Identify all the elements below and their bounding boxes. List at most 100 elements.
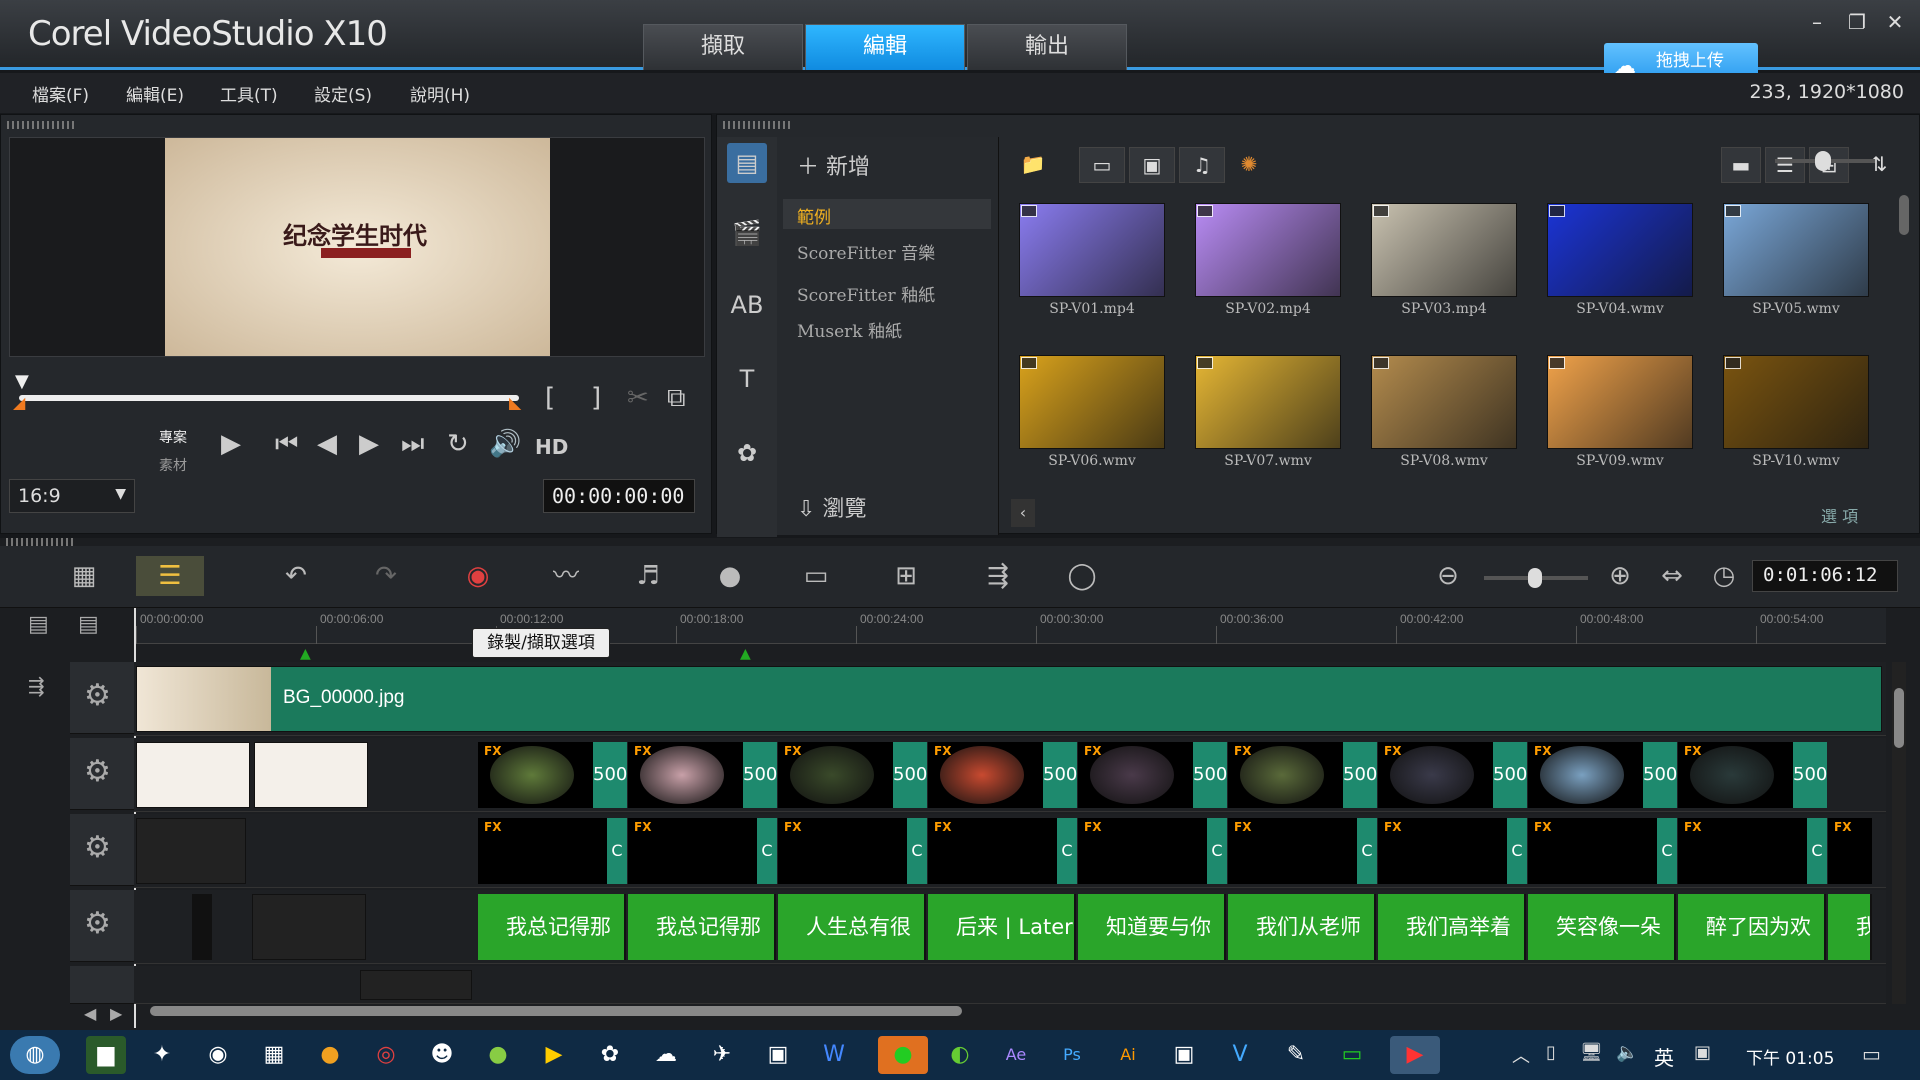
fx-overlay-clip[interactable]: FX C <box>778 818 927 884</box>
mark-out-icon[interactable]: ◣ <box>509 393 521 412</box>
app-icon[interactable]: ✎ <box>1276 1036 1316 1074</box>
storyboard-view-icon[interactable]: ▦ <box>54 556 114 596</box>
fx-overlay-clip[interactable]: FX 500 <box>478 742 627 808</box>
title-clip[interactable]: 我们高举着 <box>1378 894 1526 960</box>
mask-creator-icon[interactable]: ◯ <box>1052 556 1112 596</box>
fx-overlay-clip[interactable]: FX 500 <box>1678 742 1827 808</box>
fx-overlay-clip[interactable]: FX 500 <box>778 742 927 808</box>
title-clip[interactable]: 知道要与你 <box>1078 894 1226 960</box>
network-icon[interactable]: 🖥 <box>1580 1042 1603 1063</box>
overlay-clip[interactable] <box>136 818 246 884</box>
fx-overlay-clip[interactable]: FX 500 <box>1228 742 1377 808</box>
tray-chevron-icon[interactable]: ︿ <box>1512 1042 1530 1068</box>
app-icon[interactable]: ▭ <box>1332 1036 1372 1074</box>
marker-icon[interactable]: ▲ <box>740 646 751 662</box>
project-duration[interactable]: 0:01:06:12 <box>1752 560 1898 592</box>
fx-overlay-clip[interactable]: FX C <box>1078 818 1227 884</box>
media-thumb[interactable]: SP-V09.wmv <box>1535 347 1711 497</box>
browse-button[interactable]: ⇩ 瀏覽 <box>797 491 866 523</box>
show-audio-icon[interactable]: ♫ <box>1179 147 1225 183</box>
media-thumb[interactable]: SP-V08.wmv <box>1359 347 1535 497</box>
scroll-right-icon[interactable]: ▶ <box>110 1004 122 1023</box>
zoom-out-icon[interactable]: ⊖ <box>1418 556 1478 596</box>
media-thumb[interactable]: SP-V03.mp4 <box>1359 195 1535 345</box>
marker-icon[interactable]: ▲ <box>300 646 311 662</box>
mark-in-icon[interactable]: ◢ <box>13 393 25 412</box>
illustrator-icon[interactable]: Ai <box>1108 1036 1148 1074</box>
overlay-clip[interactable] <box>254 742 368 808</box>
fx-overlay-clip[interactable]: FX C <box>1528 818 1677 884</box>
undo-icon[interactable]: ↶ <box>266 556 326 596</box>
sort-icon[interactable]: ⇅ <box>1859 147 1899 183</box>
app-icon[interactable]: ● <box>310 1036 350 1074</box>
multi-camera-icon[interactable]: ⊞ <box>876 556 936 596</box>
bg-clip[interactable]: BG_00000.jpg <box>136 666 1882 732</box>
menu-settings[interactable]: 設定(S) <box>314 81 372 106</box>
app-icon[interactable]: ▦ <box>254 1036 294 1074</box>
panel-grip[interactable] <box>7 121 77 129</box>
scrubber-handle[interactable]: ▼ <box>15 371 29 392</box>
category-scorefitter-music[interactable]: ScoreFitter 音樂 <box>797 239 935 264</box>
media-thumb[interactable]: SP-V04.wmv <box>1535 195 1711 345</box>
title-clip[interactable]: 后来 | Later <box>928 894 1076 960</box>
track-manager-icon[interactable]: ▤ <box>78 612 99 637</box>
tab-share[interactable]: 輸出 <box>967 24 1127 70</box>
media-thumb[interactable]: SP-V10.wmv <box>1711 347 1887 497</box>
title-clip[interactable]: 我总记得那 <box>478 894 626 960</box>
explorer-icon[interactable]: ▆ <box>86 1036 126 1074</box>
fx-overlay-clip[interactable]: FX 500 <box>1378 742 1527 808</box>
app-icon[interactable]: ◉ <box>198 1036 238 1074</box>
show-video-icon[interactable]: ▭ <box>1079 147 1125 183</box>
panel-grip[interactable] <box>6 538 76 546</box>
zoom-in-icon[interactable]: ⊕ <box>1590 556 1650 596</box>
timeline-view-icon[interactable]: ☰ <box>136 556 204 596</box>
motion-tracking-icon[interactable]: ● <box>700 556 760 596</box>
ime-mode-icon[interactable]: ▣ <box>1694 1042 1711 1063</box>
title-clip[interactable]: 我 <box>1828 894 1872 960</box>
minimize-icon[interactable]: – <box>1802 10 1832 40</box>
after-effects-icon[interactable]: Ae <box>996 1036 1036 1074</box>
chrome-icon[interactable]: ◎ <box>366 1036 406 1074</box>
media-thumb[interactable]: SP-V02.mp4 <box>1183 195 1359 345</box>
category-samples[interactable]: 範例 <box>797 203 831 228</box>
app-icon[interactable]: ◐ <box>940 1036 980 1074</box>
photoshop-icon[interactable]: Ps <box>1052 1036 1092 1074</box>
fx-overlay-clip[interactable]: FX 500 <box>928 742 1077 808</box>
fx-overlay-clip[interactable]: FX C <box>1378 818 1527 884</box>
menu-file[interactable]: 檔案(F) <box>32 81 89 106</box>
time-remapping-icon[interactable]: ⇶ <box>968 556 1028 596</box>
fx-overlay-clip[interactable]: FX <box>1828 818 1872 884</box>
scrubber-bar[interactable] <box>19 395 519 401</box>
app-icon[interactable]: ▶ <box>534 1036 574 1074</box>
title-clip-small[interactable] <box>252 894 366 960</box>
media-thumb[interactable]: SP-V05.wmv <box>1711 195 1887 345</box>
prev-frame-icon[interactable]: ◀ <box>317 429 337 459</box>
title-clip-small[interactable] <box>192 894 212 960</box>
app-icon[interactable]: ● <box>478 1036 518 1074</box>
tray-icon[interactable]: ▯ <box>1546 1042 1556 1063</box>
add-button[interactable]: ＋ 新增 <box>797 149 870 181</box>
title-clip[interactable]: 笑容像一朵 <box>1528 894 1676 960</box>
fx-overlay-clip[interactable]: FX C <box>628 818 777 884</box>
timeline-hscroll[interactable] <box>150 1006 962 1016</box>
word-icon[interactable]: W <box>814 1036 854 1074</box>
thumb-size-handle[interactable] <box>1815 151 1831 171</box>
volume-icon[interactable]: 🔈 <box>1616 1042 1638 1063</box>
qq-icon[interactable]: ☻ <box>422 1036 462 1074</box>
media-thumb[interactable]: SP-V06.wmv <box>1007 347 1183 497</box>
menu-edit[interactable]: 編輯(E) <box>126 81 184 106</box>
menu-help[interactable]: 說明(H) <box>410 81 470 106</box>
app-icon[interactable]: ▣ <box>1164 1036 1204 1074</box>
fit-project-icon[interactable]: ⇔ <box>1642 556 1702 596</box>
fx-overlay-clip[interactable]: FX C <box>1678 818 1827 884</box>
tab-edit[interactable]: 編輯 <box>805 24 965 70</box>
show-effects-icon[interactable]: ✺ <box>1229 147 1269 183</box>
videostudio-icon[interactable]: ▶ <box>1390 1036 1440 1074</box>
graphics-icon[interactable]: ✿ <box>727 433 767 473</box>
options-button[interactable]: 選 項 <box>1821 503 1858 527</box>
repeat-icon[interactable]: ↻ <box>447 429 469 459</box>
app-icon[interactable]: ✈ <box>702 1036 742 1074</box>
tab-capture[interactable]: 擷取 <box>643 24 803 70</box>
line-icon[interactable]: ● <box>878 1036 928 1074</box>
mode-project[interactable]: 專案 <box>159 427 187 447</box>
